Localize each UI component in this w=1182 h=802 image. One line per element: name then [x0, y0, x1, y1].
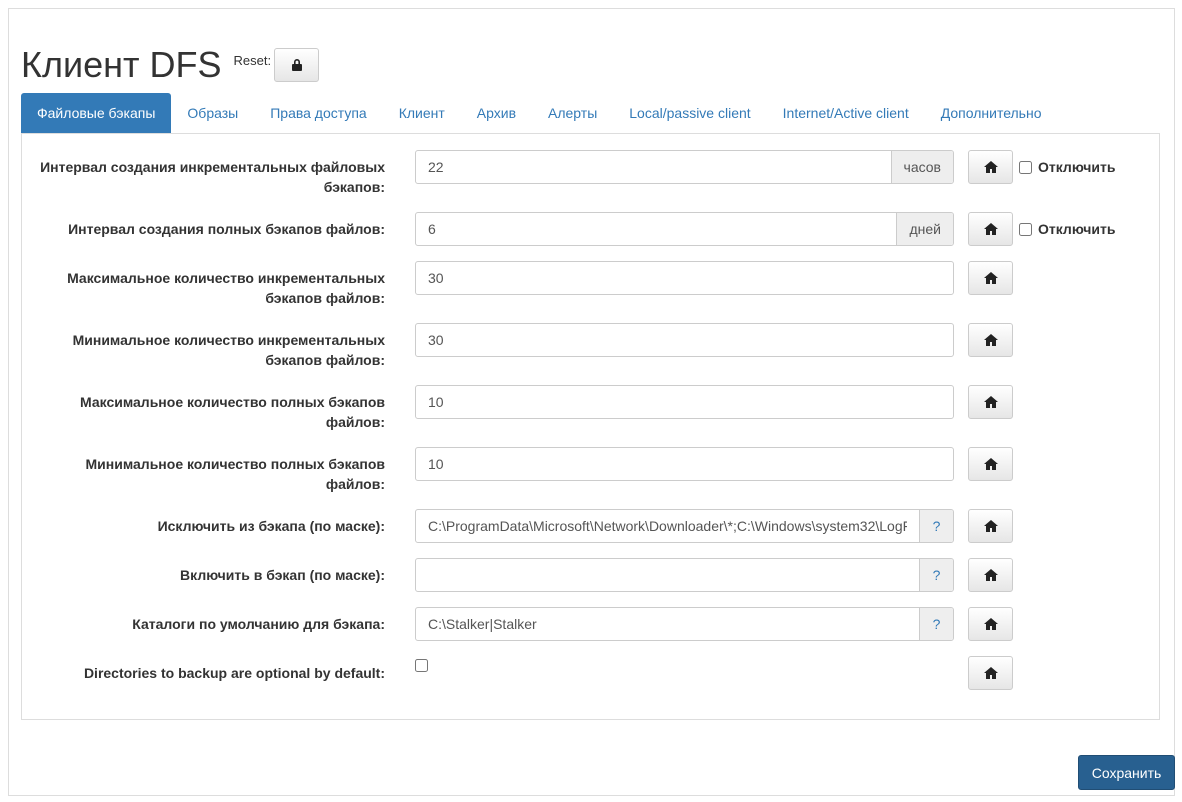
min-full-label: Минимальное количество полных бэкапов фа… — [85, 456, 385, 492]
home-icon — [983, 520, 998, 532]
title-row: Клиент DFS Reset: — [21, 42, 320, 87]
tab-client[interactable]: Клиент — [383, 93, 461, 133]
max-incremental-label: Максимальное количество инкрементальных … — [67, 270, 385, 306]
tab-access-rights[interactable]: Права доступа — [254, 93, 382, 133]
incremental-interval-unit: часов — [890, 151, 953, 183]
incremental-interval-disable-checkbox[interactable] — [1019, 160, 1032, 174]
exclude-mask-help[interactable]: ? — [919, 510, 953, 542]
min-full-reset-button[interactable] — [968, 447, 1013, 481]
min-full-group — [415, 447, 954, 481]
max-full-input[interactable] — [416, 386, 953, 418]
min-incremental-label: Минимальное количество инкрементальных б… — [72, 332, 385, 368]
full-interval-disable[interactable]: Отключить — [1019, 212, 1115, 246]
max-incremental-group — [415, 261, 954, 295]
home-icon — [983, 618, 998, 630]
default-dirs-label: Каталоги по умолчанию для бэкапа: — [132, 616, 385, 632]
page-title: Клиент DFS — [21, 43, 222, 85]
reset-label: Reset: — [233, 53, 272, 68]
full-interval-group: дней — [415, 212, 954, 246]
home-icon — [983, 667, 998, 679]
max-full-label: Максимальное количество полных бэкапов ф… — [80, 394, 385, 430]
max-incremental-input[interactable] — [416, 262, 953, 294]
home-icon — [983, 396, 998, 408]
default-dirs-help[interactable]: ? — [919, 608, 953, 640]
home-icon — [983, 223, 998, 235]
tab-file-backups[interactable]: Файловые бэкапы — [21, 93, 172, 133]
full-interval-label: Интервал создания полных бэкапов файлов: — [68, 221, 385, 237]
full-interval-unit: дней — [896, 213, 953, 245]
incremental-interval-reset-button[interactable] — [968, 150, 1013, 184]
incremental-interval-group: часов — [415, 150, 954, 184]
exclude-mask-input[interactable] — [416, 510, 919, 542]
home-icon — [983, 272, 998, 284]
settings-container: Клиент DFS Reset: Файловые бэкапы Образы… — [8, 8, 1175, 796]
home-icon — [983, 334, 998, 346]
full-interval-reset-button[interactable] — [968, 212, 1013, 246]
max-full-reset-button[interactable] — [968, 385, 1013, 419]
exclude-mask-group: ? — [415, 509, 954, 543]
optional-default-checkbox[interactable] — [415, 659, 428, 672]
optional-default-label: Directories to backup are optional by de… — [83, 665, 385, 681]
exclude-mask-label: Исключить из бэкапа (по маске): — [157, 518, 385, 534]
full-interval-disable-checkbox[interactable] — [1019, 222, 1032, 236]
include-mask-input[interactable] — [416, 559, 919, 591]
max-incremental-reset-button[interactable] — [968, 261, 1013, 295]
tab-archive[interactable]: Архив — [461, 93, 532, 133]
tab-images[interactable]: Образы — [171, 93, 254, 133]
full-interval-input[interactable] — [416, 213, 897, 245]
full-interval-disable-label: Отключить — [1038, 221, 1116, 237]
lock-icon — [291, 59, 302, 71]
tab-internet-active-client[interactable]: Internet/Active client — [767, 93, 925, 133]
min-full-input[interactable] — [416, 448, 953, 480]
include-mask-label: Включить в бэкап (по маске): — [180, 567, 385, 583]
home-icon — [983, 458, 998, 470]
incremental-interval-disable-label: Отключить — [1038, 159, 1116, 175]
save-button[interactable]: Сохранить — [1078, 755, 1175, 790]
max-full-group — [415, 385, 954, 419]
home-icon — [983, 569, 998, 581]
default-dirs-group: ? — [415, 607, 954, 641]
exclude-mask-reset-button[interactable] — [968, 509, 1013, 543]
incremental-interval-input[interactable] — [416, 151, 891, 183]
min-incremental-group — [415, 323, 954, 357]
include-mask-group: ? — [415, 558, 954, 592]
include-mask-help[interactable]: ? — [919, 559, 953, 591]
optional-default-reset-button[interactable] — [968, 656, 1013, 690]
tab-bar: Файловые бэкапы Образы Права доступа Кли… — [21, 93, 1058, 133]
reset-lock-button[interactable] — [274, 47, 320, 82]
tab-local-passive-client[interactable]: Local/passive client — [613, 93, 766, 133]
home-icon — [983, 161, 998, 173]
default-dirs-input[interactable] — [416, 608, 919, 640]
incremental-interval-label: Интервал создания инкрементальных файлов… — [40, 159, 385, 195]
tab-alerts[interactable]: Алерты — [532, 93, 613, 133]
tab-advanced[interactable]: Дополнительно — [925, 93, 1058, 133]
default-dirs-reset-button[interactable] — [968, 607, 1013, 641]
incremental-interval-disable[interactable]: Отключить — [1019, 150, 1115, 184]
include-mask-reset-button[interactable] — [968, 558, 1013, 592]
settings-panel: Интервал создания инкрементальных файлов… — [21, 133, 1160, 720]
min-incremental-reset-button[interactable] — [968, 323, 1013, 357]
min-incremental-input[interactable] — [416, 324, 953, 356]
